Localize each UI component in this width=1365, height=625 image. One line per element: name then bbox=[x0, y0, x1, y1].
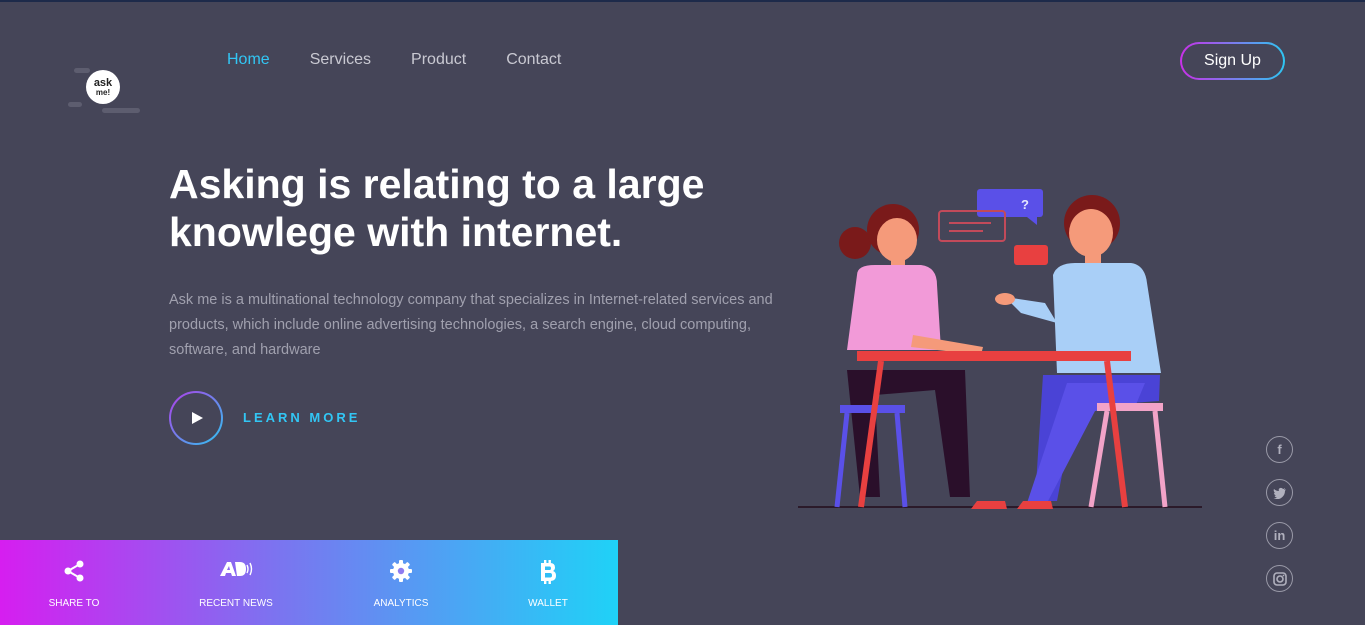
learn-more-link[interactable]: LEARN MORE bbox=[243, 410, 360, 425]
hero-headline: Asking is relating to a large knowlege w… bbox=[169, 160, 809, 256]
woman-shirt bbox=[847, 265, 941, 350]
logo-text-me: me! bbox=[95, 88, 111, 97]
analytics-label: ANALYTICS bbox=[373, 598, 429, 609]
play-icon bbox=[192, 412, 203, 424]
play-button-inner bbox=[171, 393, 221, 443]
recent-news-label: RECENT NEWS bbox=[199, 598, 273, 609]
man-chair-leg bbox=[1088, 410, 1110, 508]
gear-icon bbox=[390, 560, 412, 582]
nav-product[interactable]: Product bbox=[411, 51, 466, 69]
logo-decor-bar bbox=[74, 68, 90, 73]
facebook-icon[interactable]: f bbox=[1266, 436, 1293, 463]
twitter-icon[interactable] bbox=[1266, 479, 1293, 506]
feature-bar: SHARE TO RECENT NEWS ANALYTICS WALLET bbox=[0, 540, 618, 625]
man-shoe bbox=[1017, 501, 1053, 509]
sign-up-label: Sign Up bbox=[1182, 44, 1283, 78]
man-shoe bbox=[971, 501, 1007, 509]
conversation-illustration: ? bbox=[798, 189, 1202, 509]
man-face bbox=[1069, 209, 1113, 257]
nav-home[interactable]: Home bbox=[227, 51, 270, 69]
man-chair-seat bbox=[1097, 403, 1163, 411]
share-to-item[interactable]: SHARE TO bbox=[4, 540, 144, 625]
main-nav: Home Services Product Contact bbox=[227, 51, 561, 69]
speech-bubble-tail bbox=[1027, 217, 1037, 225]
analytics-item[interactable]: ANALYTICS bbox=[331, 540, 471, 625]
woman-chair-leg bbox=[894, 412, 908, 508]
man-chair-leg bbox=[1152, 410, 1168, 508]
top-border bbox=[0, 0, 1365, 2]
hero-description: Ask me is a multinational technology com… bbox=[169, 292, 773, 358]
logo-decor-bar bbox=[68, 102, 82, 107]
speech-question-mark: ? bbox=[1021, 197, 1029, 212]
man-hand bbox=[995, 293, 1015, 305]
logo-bubble: ask me! bbox=[86, 70, 120, 104]
wallet-label: WALLET bbox=[528, 598, 568, 609]
nav-services[interactable]: Services bbox=[310, 51, 371, 69]
linkedin-icon[interactable]: in bbox=[1266, 522, 1293, 549]
woman-chair-leg bbox=[834, 412, 850, 508]
share-icon bbox=[64, 560, 84, 582]
woman-hair-bun bbox=[839, 227, 871, 259]
table-top bbox=[857, 351, 1131, 361]
play-button[interactable] bbox=[169, 391, 223, 445]
share-to-label: SHARE TO bbox=[48, 598, 100, 609]
bitcoin-icon bbox=[541, 560, 556, 584]
recent-news-item[interactable]: RECENT NEWS bbox=[166, 540, 306, 625]
social-links: f in bbox=[1266, 436, 1294, 608]
speech-bubble-blue bbox=[977, 189, 1043, 217]
headline-line-2: knowlege with internet. bbox=[169, 209, 623, 255]
sign-up-button[interactable]: Sign Up bbox=[1180, 42, 1285, 80]
instagram-icon[interactable] bbox=[1266, 565, 1293, 592]
ad-icon bbox=[220, 562, 253, 576]
headline-line-1: Asking is relating to a large bbox=[169, 161, 705, 207]
wallet-item[interactable]: WALLET bbox=[478, 540, 618, 625]
logo[interactable]: ask me! bbox=[68, 62, 144, 118]
logo-decor-bar bbox=[102, 108, 140, 113]
nav-contact[interactable]: Contact bbox=[506, 51, 561, 69]
speech-bubble-red bbox=[1014, 245, 1048, 265]
